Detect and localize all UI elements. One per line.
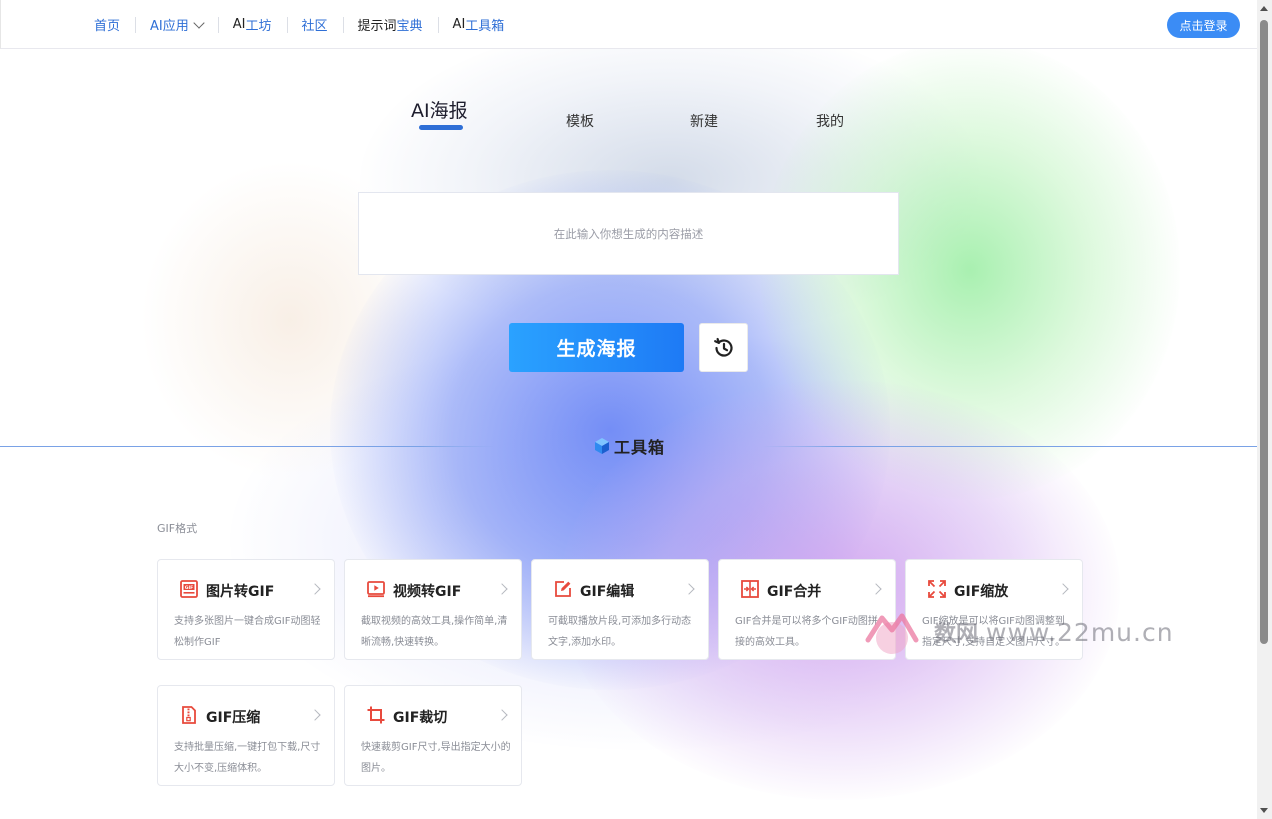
tool-title: 视频转GIF bbox=[393, 584, 462, 600]
compress-icon bbox=[182, 706, 196, 724]
active-tab-indicator bbox=[419, 125, 463, 130]
tool-description: 支持多张图片一键合成GIF动图轻松制作GIF bbox=[174, 616, 321, 648]
history-icon bbox=[713, 337, 733, 357]
login-button[interactable]: 点击登录 bbox=[1167, 12, 1240, 38]
tab-ai-poster[interactable]: AI海报 bbox=[411, 96, 468, 123]
tool-title: GIF裁切 bbox=[393, 710, 448, 726]
tool-description: 可截取播放片段,可添加多行动态文字,添加水印。 bbox=[548, 616, 692, 648]
merge-icon bbox=[741, 580, 759, 598]
nav-ai-workshop[interactable]: AI 工坊 bbox=[217, 15, 287, 34]
resize-icon bbox=[928, 580, 946, 598]
tool-title: GIF压缩 bbox=[206, 710, 261, 726]
tab-new[interactable]: 新建 bbox=[690, 111, 718, 131]
toolbox-heading: 工具箱 bbox=[592, 434, 665, 458]
tool-card-gif-resize[interactable]: GIF缩放 GIF缩放是可以将GIF动图调整到指定尺寸,支持自定义图片尺寸。 bbox=[905, 559, 1083, 660]
chevron-right-icon bbox=[309, 709, 321, 721]
section-divider bbox=[0, 446, 495, 447]
nav-ai-toolbox[interactable]: AI 工具箱 bbox=[437, 15, 520, 34]
tool-title: GIF缩放 bbox=[954, 584, 1009, 600]
nav-community[interactable]: 社区 bbox=[286, 15, 343, 34]
tool-description: 支持批量压缩,一键打包下载,尺寸大小不变,压缩体积。 bbox=[174, 742, 321, 774]
section-divider bbox=[762, 446, 1257, 447]
gif-image-icon: GIF bbox=[180, 580, 198, 598]
tool-description: GIF合并是可以将多个GIF动图拼接的高效工具。 bbox=[735, 616, 878, 648]
tool-title: GIF编辑 bbox=[580, 584, 635, 600]
nav-ai-apps[interactable]: AI应用 bbox=[135, 15, 218, 34]
tool-card-gif-compress[interactable]: GIF压缩 支持批量压缩,一键打包下载,尺寸大小不变,压缩体积。 bbox=[157, 685, 335, 786]
svg-text:GIF: GIF bbox=[185, 585, 193, 591]
video-icon bbox=[367, 581, 385, 598]
tool-description: GIF缩放是可以将GIF动图调整到指定尺寸,支持自定义图片尺寸。 bbox=[922, 616, 1066, 648]
tool-title: 图片转GIF bbox=[206, 584, 275, 600]
chevron-right-icon bbox=[309, 583, 321, 595]
chevron-right-icon bbox=[1057, 583, 1069, 595]
cube-icon bbox=[595, 438, 609, 454]
tool-card-video-to-gif[interactable]: 视频转GIF 截取视频的高效工具,操作简单,清晰流畅,快速转换。 bbox=[344, 559, 522, 660]
tab-templates[interactable]: 模板 bbox=[566, 111, 594, 131]
crop-icon bbox=[367, 706, 385, 724]
tab-mine[interactable]: 我的 bbox=[816, 111, 844, 131]
tool-card-gif-edit[interactable]: GIF编辑 可截取播放片段,可添加多行动态文字,添加水印。 bbox=[531, 559, 709, 660]
tool-description: 截取视频的高效工具,操作简单,清晰流畅,快速转换。 bbox=[361, 616, 508, 648]
chevron-right-icon bbox=[496, 709, 508, 721]
chevron-down-icon bbox=[193, 16, 205, 29]
vertical-scrollbar[interactable] bbox=[1257, 0, 1272, 819]
main-nav: 首页 AI应用 AI 工坊 社区 提示词 宝典 AI 工具箱 bbox=[79, 0, 519, 49]
poster-tabs: AI海报 模板 新建 我的 bbox=[0, 92, 1257, 142]
scroll-up-icon[interactable] bbox=[1260, 6, 1268, 11]
chevron-right-icon bbox=[496, 583, 508, 595]
tool-title: GIF合并 bbox=[767, 584, 822, 600]
prompt-input[interactable] bbox=[359, 225, 898, 242]
scroll-down-icon[interactable] bbox=[1260, 808, 1268, 813]
category-label: GIF格式 bbox=[157, 522, 198, 535]
edit-icon bbox=[555, 581, 571, 597]
tool-card-gif-merge[interactable]: GIF合并 GIF合并是可以将多个GIF动图拼接的高效工具。 bbox=[718, 559, 896, 660]
tool-description: 快速裁剪GIF尺寸,导出指定大小的图片。 bbox=[361, 742, 511, 774]
tool-card-gif-crop[interactable]: GIF裁切 快速裁剪GIF尺寸,导出指定大小的图片。 bbox=[344, 685, 522, 786]
tool-card-image-to-gif[interactable]: GIF 图片转GIF 支持多张图片一键合成GIF动图轻松制作GIF bbox=[157, 559, 335, 660]
chevron-right-icon bbox=[683, 583, 695, 595]
chevron-right-icon bbox=[870, 583, 882, 595]
scrollbar-thumb[interactable] bbox=[1260, 20, 1268, 644]
nav-home[interactable]: 首页 bbox=[79, 15, 135, 34]
prompt-container bbox=[358, 192, 899, 275]
generate-poster-button[interactable]: 生成海报 bbox=[509, 323, 684, 372]
nav-prompt-guide[interactable]: 提示词 宝典 bbox=[342, 15, 438, 34]
top-navbar: 首页 AI应用 AI 工坊 社区 提示词 宝典 AI 工具箱 点击登录 bbox=[0, 0, 1257, 49]
history-button[interactable] bbox=[699, 323, 748, 372]
